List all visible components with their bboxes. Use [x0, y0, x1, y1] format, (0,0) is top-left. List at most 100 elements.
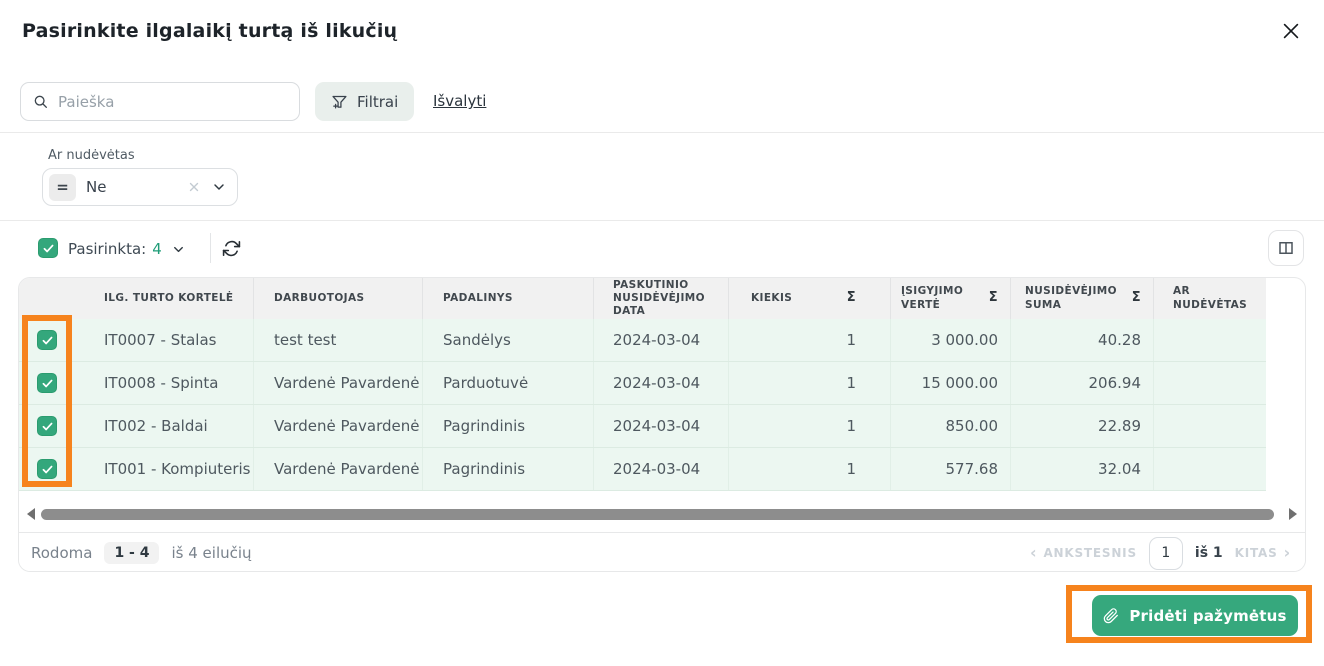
header-department[interactable]: PADALINYS: [423, 278, 594, 319]
paperclip-icon: [1103, 608, 1119, 624]
select-asset-modal: Pasirinkite ilgalaikį turtą iš likučių F…: [0, 0, 1324, 666]
search-input[interactable]: [58, 93, 287, 111]
filter-operator-button[interactable]: =: [49, 174, 76, 201]
select-all-checkbox[interactable]: [38, 238, 58, 258]
showing-label: Rodoma: [31, 544, 92, 562]
check-icon: [41, 463, 54, 476]
rows-total-label: iš 4 eilučių: [171, 544, 251, 562]
header-last-depreciation-date[interactable]: PASKUTINIO NUSIDĖVĖJIMO DATA: [594, 278, 729, 319]
filters-button-label: Filtrai: [357, 93, 398, 111]
cell-date: 2024-03-04: [594, 405, 729, 447]
divider: [210, 233, 211, 263]
cell-asset-card: IT0008 - Spinta: [89, 362, 254, 404]
page-number-input[interactable]: 1: [1149, 537, 1183, 570]
chevron-right-icon: ›: [1284, 545, 1291, 561]
row-checkbox[interactable]: [37, 330, 57, 350]
header-asset-card[interactable]: ILG. TURTO KORTELĖ: [89, 278, 254, 319]
assets-table: ILG. TURTO KORTELĖ DARBUOTOJAS PADALINYS…: [18, 277, 1306, 572]
horizontal-scrollbar-thumb[interactable]: [41, 509, 1274, 520]
cell-date: 2024-03-04: [594, 448, 729, 490]
next-page-button[interactable]: KITAS ›: [1235, 545, 1291, 561]
check-icon: [41, 420, 54, 433]
cell-is-worn: [1154, 405, 1266, 447]
table-row[interactable]: IT002 - Baldai Vardenė Pavardenė Pagrind…: [19, 405, 1266, 448]
modal-title: Pasirinkite ilgalaikį turtą iš likučių: [22, 20, 397, 42]
cell-employee: test test: [254, 319, 423, 361]
header-acquisition-value[interactable]: ĮSIGYJIMO VERTĖ Σ: [891, 278, 1011, 319]
header-quantity[interactable]: KIEKIS Σ: [729, 278, 891, 319]
rows-range-badge: 1 - 4: [104, 542, 159, 564]
cell-date: 2024-03-04: [594, 362, 729, 404]
cell-quantity: 1: [729, 405, 891, 447]
selected-label: Pasirinkta:: [68, 240, 146, 258]
table-row[interactable]: IT0007 - Stalas test test Sandėlys 2024-…: [19, 319, 1266, 362]
add-selected-button[interactable]: Pridėti pažymėtus: [1092, 595, 1298, 636]
filter-field-label: Ar nudėvėtas: [48, 148, 135, 163]
divider: [0, 132, 1324, 133]
clear-filters-link[interactable]: Išvalyti: [433, 92, 486, 110]
filter-icon: [331, 93, 348, 110]
page-of-label: iš 1: [1195, 545, 1223, 561]
header-checkbox-cell: [19, 278, 89, 319]
sum-icon[interactable]: Σ: [847, 290, 856, 306]
cell-depreciation: 22.89: [1011, 405, 1154, 447]
header-employee[interactable]: DARBUOTOJAS: [254, 278, 423, 319]
search-input-wrap: [20, 82, 300, 121]
cell-is-worn: [1154, 448, 1266, 490]
cell-date: 2024-03-04: [594, 319, 729, 361]
horizontal-scroll-area: [19, 491, 1305, 532]
cell-employee: Vardenė Pavardenė: [254, 362, 423, 404]
check-icon: [41, 334, 54, 347]
row-checkbox[interactable]: [37, 416, 57, 436]
divider: [0, 220, 1324, 221]
filter-chip[interactable]: = Ne: [42, 168, 238, 206]
row-checkbox[interactable]: [37, 459, 57, 479]
close-icon: [1280, 20, 1302, 42]
chevron-down-icon[interactable]: [211, 179, 227, 195]
cell-department: Sandėlys: [423, 319, 594, 361]
cell-department: Pagrindinis: [423, 405, 594, 447]
row-checkbox[interactable]: [37, 373, 57, 393]
clear-filter-value-icon[interactable]: [187, 180, 201, 194]
column-settings-button[interactable]: [1268, 230, 1304, 266]
cell-acquisition-value: 15 000.00: [891, 362, 1011, 404]
table-header-row: ILG. TURTO KORTELĖ DARBUOTOJAS PADALINYS…: [19, 278, 1266, 319]
refresh-icon: [222, 239, 241, 258]
table-row[interactable]: IT001 - Kompiuteris Vardenė Pavardenė Pa…: [19, 448, 1266, 491]
table-row[interactable]: IT0008 - Spinta Vardenė Pavardenė Parduo…: [19, 362, 1266, 405]
selected-count-dropdown[interactable]: Pasirinkta: 4: [68, 240, 186, 258]
filter-value: Ne: [86, 178, 177, 196]
cell-department: Pagrindinis: [423, 448, 594, 490]
sum-icon[interactable]: Σ: [1132, 290, 1141, 306]
check-icon: [41, 377, 54, 390]
scroll-left-arrow[interactable]: [27, 508, 35, 520]
cell-acquisition-value: 850.00: [891, 405, 1011, 447]
cell-asset-card: IT002 - Baldai: [89, 405, 254, 447]
previous-page-button[interactable]: ‹ ANKSTESNIS: [1030, 545, 1137, 561]
cell-depreciation: 32.04: [1011, 448, 1154, 490]
cell-quantity: 1: [729, 362, 891, 404]
cell-asset-card: IT0007 - Stalas: [89, 319, 254, 361]
header-is-worn[interactable]: AR NUDĖVĖTAS: [1154, 278, 1266, 319]
cell-employee: Vardenė Pavardenė: [254, 448, 423, 490]
chevron-down-icon: [171, 242, 186, 257]
cell-asset-card: IT001 - Kompiuteris: [89, 448, 254, 490]
close-button[interactable]: [1276, 16, 1306, 46]
cell-quantity: 1: [729, 319, 891, 361]
cell-department: Parduotuvė: [423, 362, 594, 404]
cell-is-worn: [1154, 362, 1266, 404]
columns-icon: [1277, 239, 1295, 257]
chevron-left-icon: ‹: [1030, 545, 1037, 561]
cell-depreciation: 40.28: [1011, 319, 1154, 361]
cell-quantity: 1: [729, 448, 891, 490]
filters-button[interactable]: Filtrai: [315, 82, 414, 121]
cell-acquisition-value: 577.68: [891, 448, 1011, 490]
refresh-button[interactable]: [220, 237, 242, 259]
cell-acquisition-value: 3 000.00: [891, 319, 1011, 361]
scroll-right-arrow[interactable]: [1289, 508, 1297, 520]
add-selected-label: Pridėti pažymėtus: [1129, 607, 1286, 625]
header-depreciation-amount[interactable]: NUSIDĖVĖJIMO SUMA Σ: [1011, 278, 1154, 319]
sum-icon[interactable]: Σ: [989, 290, 998, 306]
cell-is-worn: [1154, 319, 1266, 361]
table-footer: Rodoma 1 - 4 iš 4 eilučių ‹ ANKSTESNIS 1…: [19, 532, 1305, 572]
